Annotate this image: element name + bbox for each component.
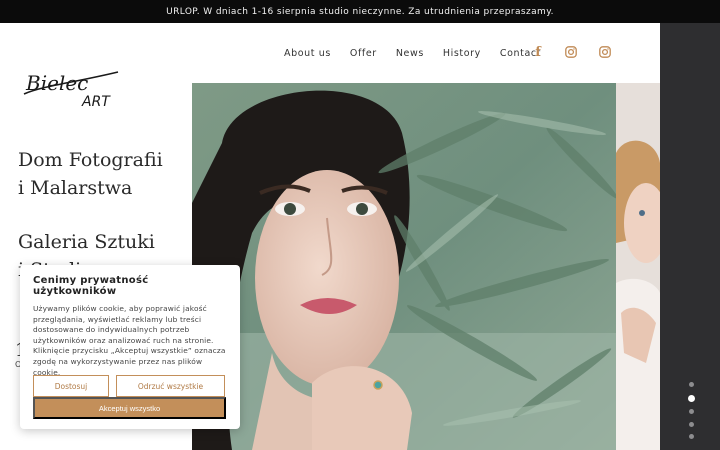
slider-dot-active[interactable] bbox=[687, 394, 695, 402]
accept-all-button[interactable]: Akceptuj wszystko bbox=[33, 397, 226, 419]
instagram-icon[interactable] bbox=[598, 45, 612, 59]
cookie-description: Używamy plików cookie, aby poprawić jako… bbox=[33, 304, 226, 377]
customize-button[interactable]: Dostosuj bbox=[33, 375, 109, 397]
nav-about-us[interactable]: About us bbox=[284, 48, 331, 59]
cookie-title: Cenimy prywatność użytkowników bbox=[33, 275, 149, 297]
announcement-text: URLOP. W dniach 1-16 sierpnia studio nie… bbox=[166, 6, 554, 17]
reject-all-button[interactable]: Odrzuć wszystkie bbox=[116, 375, 225, 397]
instagram-icon[interactable] bbox=[564, 45, 578, 59]
announcement-bar: URLOP. W dniach 1-16 sierpnia studio nie… bbox=[0, 0, 720, 23]
bielec-art-logo[interactable]: Bielec ART bbox=[22, 68, 122, 112]
slider-dot[interactable] bbox=[688, 434, 694, 439]
slider-pagination bbox=[687, 382, 695, 447]
main-navigation: About us Offer News History Contact bbox=[284, 46, 560, 60]
logo-text-1: Bielec bbox=[25, 71, 88, 95]
nav-news[interactable]: News bbox=[396, 48, 424, 59]
slider-dot[interactable] bbox=[688, 421, 694, 427]
slider-dot[interactable] bbox=[688, 382, 694, 387]
next-slide-image bbox=[616, 83, 660, 450]
facebook-icon[interactable]: f bbox=[531, 45, 545, 60]
slider-dot[interactable] bbox=[688, 409, 694, 414]
nav-offer[interactable]: Offer bbox=[350, 48, 377, 59]
tagline-photography: Dom Fotografii i Malarstwa bbox=[18, 149, 163, 199]
logo-text-2: ART bbox=[81, 94, 111, 110]
cookie-button-row: Dostosuj Odrzuć wszystkie bbox=[33, 375, 225, 397]
hero-portrait-image bbox=[192, 83, 616, 450]
nav-history[interactable]: History bbox=[443, 48, 481, 59]
cookie-consent-dialog: Cenimy prywatność użytkowników Używamy p… bbox=[20, 265, 240, 429]
